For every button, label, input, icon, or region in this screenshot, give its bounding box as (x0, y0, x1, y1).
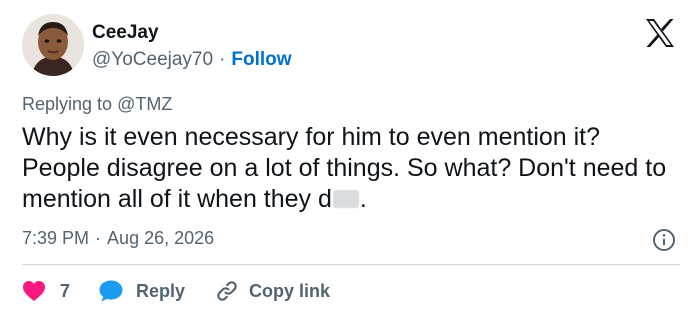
tweet-text: Why is it even necessary for him to even… (22, 122, 678, 215)
tweet-time: 7:39 PM (22, 228, 90, 248)
heart-icon (23, 281, 45, 301)
action-bar: 7 Reply Copy link (22, 278, 330, 304)
x-logo-icon[interactable] (644, 18, 676, 48)
tweet-timestamp[interactable]: 7:39 PM · Aug 26, 2026 (22, 228, 214, 249)
avatar[interactable] (22, 14, 84, 76)
author-handle[interactable]: @YoCeejay70 (92, 49, 213, 70)
reply-button[interactable]: Reply (98, 279, 185, 303)
censored-word-blur (332, 190, 359, 208)
avatar-image (22, 14, 84, 76)
reply-label: Reply (136, 280, 186, 301)
copy-link-button[interactable]: Copy link (215, 279, 330, 303)
reply-bubble-icon (99, 280, 123, 302)
copy-link-label: Copy link (249, 280, 331, 301)
divider (22, 264, 680, 265)
reply-context-prefix: Replying to (22, 94, 113, 114)
handle-separator: · (219, 49, 226, 70)
reply-context: Replying to @TMZ (22, 94, 172, 115)
link-icon (217, 281, 237, 301)
tweet-text-end: . (359, 185, 367, 213)
follow-button[interactable]: Follow (231, 49, 291, 70)
tweet-date: Aug 26, 2026 (107, 228, 215, 248)
meta-separator: · (95, 228, 102, 248)
like-count: 7 (60, 280, 71, 301)
like-button[interactable]: 7 (22, 280, 70, 302)
info-icon[interactable] (652, 228, 676, 252)
reply-mention-link[interactable]: @TMZ (117, 94, 172, 114)
author-name[interactable]: CeeJay (92, 22, 159, 44)
author-handle-row: @YoCeejay70 · Follow (92, 49, 292, 71)
